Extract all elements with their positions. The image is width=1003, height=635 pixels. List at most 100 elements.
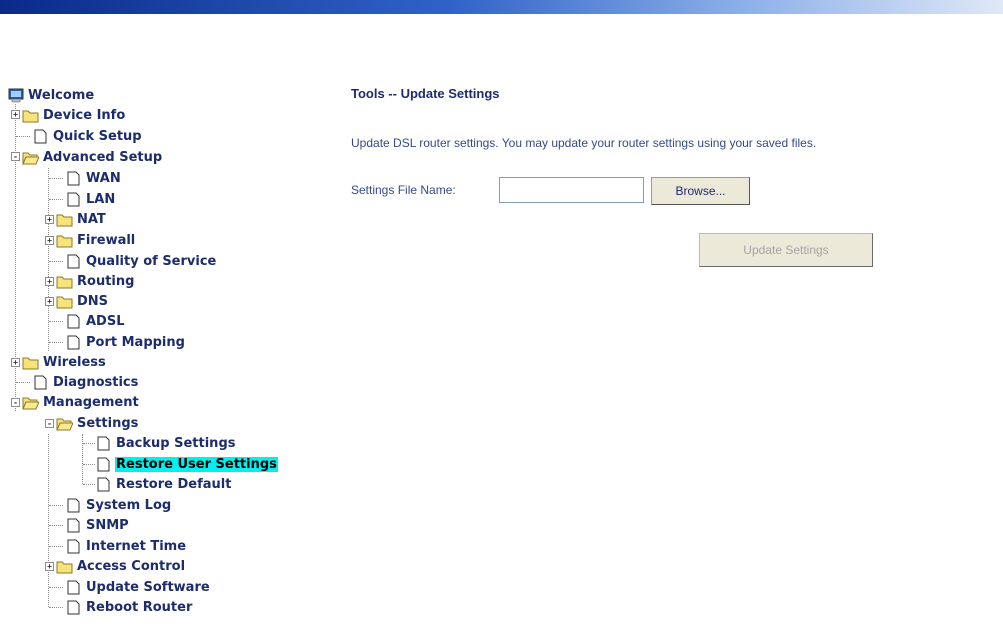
page-icon: [67, 192, 80, 206]
sidebar-item-quality-of-service[interactable]: Quality of Service: [65, 252, 217, 270]
sidebar-item-label: Quality of Service: [86, 253, 217, 269]
tree-connector: [49, 261, 63, 262]
page-icon: [67, 171, 80, 185]
sidebar-item-reboot-router[interactable]: Reboot Router: [65, 598, 193, 616]
sidebar-item-label: Internet Time: [86, 538, 187, 554]
folder-icon: [56, 235, 73, 247]
sidebar-item-snmp[interactable]: SNMP: [65, 516, 130, 534]
browse-button[interactable]: Browse...: [651, 177, 750, 205]
sidebar-item-label: Restore Default: [116, 476, 232, 492]
page-icon: [67, 539, 80, 553]
page-icon: [67, 600, 80, 614]
sidebar-item-label: ADSL: [86, 313, 125, 329]
sidebar-item-nat[interactable]: NAT: [56, 210, 107, 228]
sidebar-item-management[interactable]: Management: [22, 393, 140, 411]
sidebar-item-backup-settings[interactable]: Backup Settings: [95, 434, 236, 452]
sidebar-item-label: Diagnostics: [53, 374, 139, 390]
sidebar-item-label: Reboot Router: [86, 599, 193, 615]
folder-icon: [56, 276, 73, 288]
sidebar-item-update-software[interactable]: Update Software: [65, 578, 211, 596]
tree-connector: [48, 168, 49, 351]
sidebar-item-label: NAT: [77, 211, 106, 227]
folder-icon: [56, 214, 73, 226]
tree-connector: [83, 484, 95, 485]
sidebar-item-device-info[interactable]: Device Info: [22, 106, 126, 124]
folder-icon: [56, 561, 73, 573]
sidebar-item-label: Update Software: [86, 579, 210, 595]
sidebar-item-adsl[interactable]: ADSL: [65, 312, 126, 330]
sidebar-item-label: Settings: [77, 415, 139, 431]
sidebar-item-label: Firewall: [77, 232, 136, 248]
sidebar-item-label: Wireless: [43, 354, 106, 370]
sidebar-item-label: System Log: [86, 497, 172, 513]
sidebar-item-label: Port Mapping: [86, 334, 185, 350]
page-icon: [67, 518, 80, 532]
sidebar-item-label: Management: [43, 394, 139, 410]
sidebar-item-restore-default[interactable]: Restore Default: [95, 475, 232, 493]
expand-toggle[interactable]: +: [45, 297, 54, 306]
sidebar-item-lan[interactable]: LAN: [65, 190, 116, 208]
tree-connector: [48, 434, 49, 607]
sidebar-item-label: WAN: [86, 170, 121, 186]
page-description: Update DSL router settings. You may upda…: [351, 136, 817, 150]
sidebar-item-quick-setup[interactable]: Quick Setup: [32, 127, 143, 145]
sidebar-item-wireless[interactable]: Wireless: [22, 353, 107, 371]
collapse-toggle[interactable]: -: [11, 398, 20, 407]
sidebar-item-dns[interactable]: DNS: [56, 292, 109, 310]
tree-connector: [83, 443, 95, 444]
sidebar-item-label: Advanced Setup: [43, 149, 163, 165]
expand-toggle[interactable]: +: [11, 358, 20, 367]
sidebar-item-system-log[interactable]: System Log: [65, 496, 172, 514]
sidebar-item-restore-user-settings[interactable]: Restore User Settings: [95, 455, 278, 473]
tree-connector: [49, 321, 63, 322]
tree-connector: [49, 607, 63, 608]
tree-root-welcome[interactable]: Welcome: [8, 86, 95, 104]
sidebar-item-label: Routing: [77, 273, 135, 289]
sidebar-item-label: Restore User Settings: [115, 456, 278, 472]
page-icon: [67, 580, 80, 594]
sidebar-item-label: Quick Setup: [53, 128, 142, 144]
tree-connector: [49, 178, 63, 179]
tree-connector: [49, 546, 63, 547]
expand-toggle[interactable]: +: [11, 110, 20, 119]
sidebar-item-access-control[interactable]: Access Control: [56, 557, 186, 575]
sidebar-item-label: Access Control: [77, 558, 186, 574]
collapse-toggle[interactable]: -: [45, 419, 54, 428]
sidebar-item-settings[interactable]: Settings: [56, 414, 139, 432]
expand-toggle[interactable]: +: [45, 277, 54, 286]
tree-connector: [49, 525, 63, 526]
collapse-toggle[interactable]: -: [11, 152, 20, 161]
tree-connector: [82, 434, 83, 484]
sidebar-item-advanced-setup[interactable]: Advanced Setup: [22, 148, 163, 166]
sidebar-item-routing[interactable]: Routing: [56, 272, 135, 290]
page-icon: [97, 477, 110, 491]
computer-icon: [8, 88, 24, 102]
folder-icon: [22, 357, 39, 369]
page-icon: [67, 335, 80, 349]
expand-toggle[interactable]: +: [45, 215, 54, 224]
expand-toggle[interactable]: +: [45, 562, 54, 571]
sidebar-item-port-mapping[interactable]: Port Mapping: [65, 333, 186, 351]
expand-toggle[interactable]: +: [45, 236, 54, 245]
sidebar-item-wan[interactable]: WAN: [65, 169, 122, 187]
sidebar-item-firewall[interactable]: Firewall: [56, 231, 136, 249]
page-icon: [67, 254, 80, 268]
settings-file-input[interactable]: [499, 177, 644, 203]
folder-icon: [22, 110, 39, 122]
sidebar-item-label: LAN: [86, 191, 116, 207]
folder-open-icon: [22, 152, 39, 164]
sidebar-item-internet-time[interactable]: Internet Time: [65, 537, 187, 555]
sidebar-item-label: Device Info: [43, 107, 126, 123]
page-icon: [67, 314, 80, 328]
sidebar-item-diagnostics[interactable]: Diagnostics: [32, 373, 139, 391]
page-icon: [34, 129, 47, 143]
tree-connector: [16, 382, 30, 383]
folder-open-icon: [22, 397, 39, 409]
page-title: Tools -- Update Settings: [351, 86, 500, 101]
sidebar-item-label: Backup Settings: [116, 435, 236, 451]
tree-label: Welcome: [28, 87, 95, 103]
tree-connector: [49, 342, 63, 343]
page-icon: [34, 375, 47, 389]
update-settings-button[interactable]: Update Settings: [699, 233, 873, 267]
sidebar-item-label: SNMP: [86, 517, 129, 533]
